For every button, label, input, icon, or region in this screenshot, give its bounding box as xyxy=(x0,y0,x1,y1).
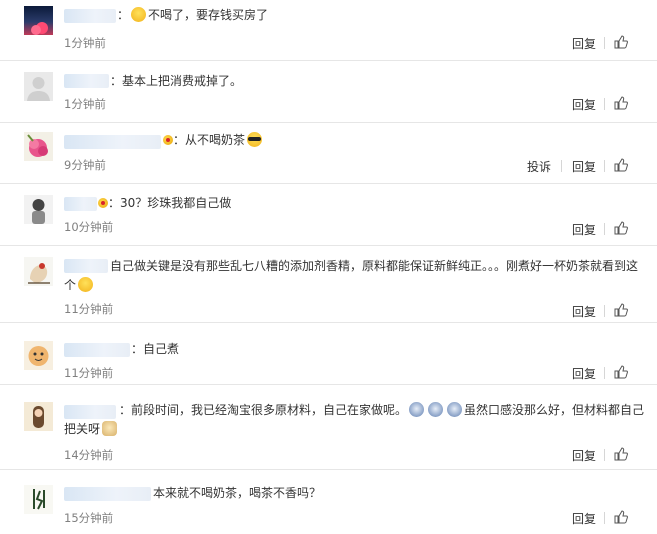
comment-item: ：自己煮 11分钟前 回复 xyxy=(0,323,657,385)
comment-time: 9分钟前 xyxy=(64,158,106,172)
comment-time: 10分钟前 xyxy=(64,220,114,234)
comment-time: 11分钟前 xyxy=(64,302,114,316)
default-avatar-icon xyxy=(27,77,50,101)
vip-badge-icon xyxy=(163,135,173,145)
divider xyxy=(604,160,605,172)
thumbs-up-icon[interactable] xyxy=(614,365,628,379)
avatar[interactable] xyxy=(24,402,53,431)
thumbs-up-icon[interactable] xyxy=(614,447,628,461)
reply-button[interactable]: 回复 xyxy=(572,510,596,527)
comment-text: ：不喝了，要存钱买房了 xyxy=(117,7,269,22)
comment-text: 自己做关键是没有那些乱七八糟的添加剂香精，原料都能保证新鲜纯正。。。刚煮好一杯奶… xyxy=(64,259,639,292)
rooster-avatar-image xyxy=(28,263,50,284)
comment-text: ：自己煮 xyxy=(131,342,180,356)
flower-avatar-image xyxy=(27,134,48,157)
laugh-emoji xyxy=(131,7,147,22)
username-blurred[interactable] xyxy=(64,487,151,501)
vip-badge-icon xyxy=(98,198,108,208)
comment-item: 本来就不喝奶茶，喝茶不香吗？ 15分钟前 回复 xyxy=(0,470,657,534)
divider xyxy=(604,37,605,49)
reply-button[interactable]: 回复 xyxy=(572,158,596,175)
reply-button[interactable]: 回复 xyxy=(572,447,596,464)
cartoon-avatar-image xyxy=(28,346,49,366)
reply-button[interactable]: 回复 xyxy=(572,35,596,52)
avatar[interactable] xyxy=(24,132,53,161)
divider xyxy=(604,449,605,461)
comment-item: ：30？珍珠我都自己做 10分钟前 回复 xyxy=(0,184,657,246)
comment-text: ：前段时间，我已经淘宝很多原材料，自己在家做呢。 虽然口感没那么好，但材料都自己把… xyxy=(64,402,645,436)
divider xyxy=(604,512,605,524)
divider xyxy=(604,98,605,110)
comment-time: 14分钟前 xyxy=(64,448,114,462)
thumbs-up-icon[interactable] xyxy=(614,221,628,235)
reply-button[interactable]: 回复 xyxy=(572,365,596,382)
girl-avatar-image xyxy=(33,406,44,428)
crying-emoji xyxy=(428,402,444,417)
thumbs-up-icon[interactable] xyxy=(614,303,628,317)
comment-time: 15分钟前 xyxy=(64,511,114,525)
comment-time: 11分钟前 xyxy=(64,366,114,380)
avatar[interactable] xyxy=(24,341,53,370)
comment-time: 1分钟前 xyxy=(64,97,106,111)
report-button[interactable]: 投诉 xyxy=(527,158,551,175)
avatar[interactable] xyxy=(24,195,53,224)
avatar[interactable] xyxy=(24,485,53,514)
username-blurred[interactable] xyxy=(64,343,130,357)
comment-item: ：不喝了，要存钱买房了 1分钟前 回复 xyxy=(0,0,657,61)
comment-text: ：从不喝奶茶 xyxy=(163,131,264,150)
comment-item: ：从不喝奶茶 9分钟前 投诉 回复 xyxy=(0,123,657,184)
divider xyxy=(604,367,605,379)
divider xyxy=(604,305,605,317)
comment-text: ：基本上把消费戒掉了。 xyxy=(110,74,243,88)
smile-emoji xyxy=(78,277,94,292)
thumbs-up-icon[interactable] xyxy=(614,158,628,172)
comment-time: 1分钟前 xyxy=(64,36,106,50)
doge-emoji xyxy=(102,421,118,436)
username-blurred[interactable] xyxy=(64,135,161,149)
crying-emoji xyxy=(409,402,425,417)
thumbs-up-icon[interactable] xyxy=(614,510,628,524)
comment-item: ：基本上把消费戒掉了。 1分钟前 回复 xyxy=(0,61,657,123)
username-blurred[interactable] xyxy=(64,197,97,211)
comment-item: 自己做关键是没有那些乱七八糟的添加剂香精，原料都能保证新鲜纯正。。。刚煮好一杯奶… xyxy=(0,246,657,323)
reply-button[interactable]: 回复 xyxy=(572,96,596,113)
person-avatar-image xyxy=(32,199,45,224)
avatar-image xyxy=(31,22,48,35)
avatar[interactable] xyxy=(24,6,53,35)
divider xyxy=(561,160,562,172)
avatar[interactable] xyxy=(24,257,53,286)
username-blurred[interactable] xyxy=(64,74,109,88)
divider xyxy=(604,223,605,235)
comment-item: ：前段时间，我已经淘宝很多原材料，自己在家做呢。 虽然口感没那么好，但材料都自己把… xyxy=(0,385,657,470)
reply-button[interactable]: 回复 xyxy=(572,221,596,238)
crying-emoji xyxy=(447,402,463,417)
reply-button[interactable]: 回复 xyxy=(572,303,596,320)
thumbs-up-icon[interactable] xyxy=(614,35,628,49)
comment-text: 本来就不喝奶茶，喝茶不香吗？ xyxy=(153,486,322,500)
sunglasses-emoji xyxy=(247,132,263,147)
comment-text: ：30？珍珠我都自己做 xyxy=(98,194,231,213)
thumbs-up-icon[interactable] xyxy=(614,96,628,110)
calligraphy-avatar-image xyxy=(33,489,45,510)
avatar[interactable] xyxy=(24,72,53,101)
username-blurred[interactable] xyxy=(64,9,116,23)
